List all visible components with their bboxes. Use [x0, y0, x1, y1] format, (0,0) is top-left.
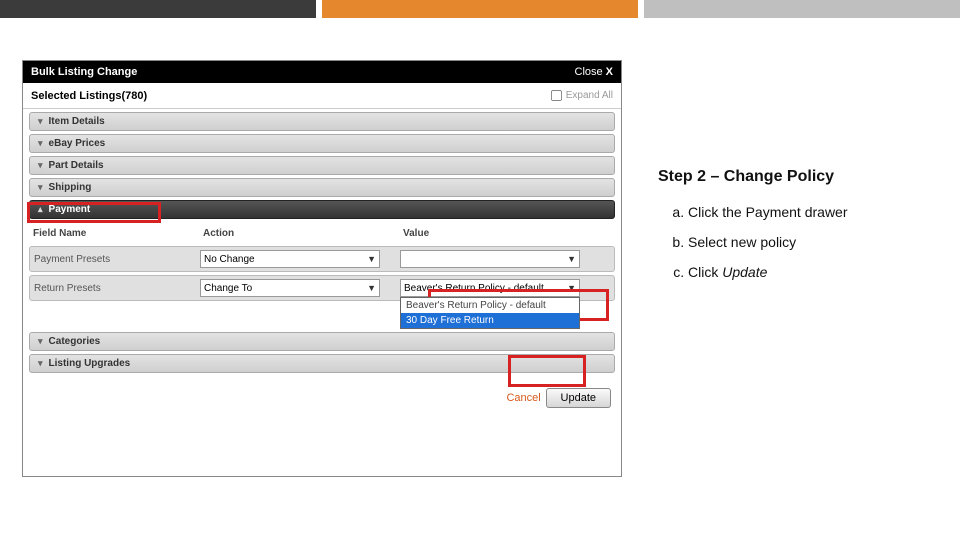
- return-policy-dropdown[interactable]: Beaver's Return Policy - default 30 Day …: [400, 297, 580, 329]
- drawer-payment[interactable]: ▴ Payment: [29, 200, 615, 219]
- selected-listings-label: Selected Listings(780): [31, 90, 147, 102]
- dropdown-option-default[interactable]: Beaver's Return Policy - default: [401, 298, 579, 313]
- drawer-shipping[interactable]: ▾ Shipping: [29, 178, 615, 197]
- drawer-categories[interactable]: ▾ Categories: [29, 332, 615, 351]
- drawer-ebay-prices[interactable]: ▾ eBay Prices: [29, 134, 615, 153]
- chevron-up-icon: ▴: [38, 204, 43, 215]
- row-return-presets: Return Presets Change To ▼ Beaver's Retu…: [29, 275, 615, 301]
- field-label: Payment Presets: [34, 254, 200, 265]
- chevron-down-icon: ▾: [38, 160, 43, 171]
- chevron-down-icon: ▾: [38, 358, 43, 369]
- close-button[interactable]: CloseX: [575, 66, 613, 78]
- col-field-name: Field Name: [33, 228, 203, 239]
- field-label: Return Presets: [34, 283, 200, 294]
- update-button[interactable]: Update: [546, 388, 611, 408]
- expand-all-toggle[interactable]: Expand All: [550, 89, 613, 102]
- value-select-return[interactable]: Beaver's Return Policy - default ▼: [400, 279, 580, 297]
- cancel-link[interactable]: Cancel: [506, 392, 540, 404]
- action-select-payment[interactable]: No Change ▼: [200, 250, 380, 268]
- chevron-down-icon: ▾: [38, 336, 43, 347]
- chevron-down-icon: ▾: [38, 116, 43, 127]
- drawer-listing-upgrades[interactable]: ▾ Listing Upgrades: [29, 354, 615, 373]
- expand-all-checkbox[interactable]: [551, 90, 562, 101]
- chevron-down-icon: ▾: [38, 182, 43, 193]
- dialog-title: Bulk Listing Change: [31, 66, 137, 78]
- slide-top-bar: [0, 0, 960, 18]
- row-payment-presets: Payment Presets No Change ▼ ▼: [29, 246, 615, 272]
- payment-grid: Field Name Action Value Payment Presets …: [29, 222, 615, 301]
- instruction-b: Select new policy: [688, 234, 942, 250]
- value-select-payment[interactable]: ▼: [400, 250, 580, 268]
- chevron-down-icon: ▼: [567, 254, 576, 264]
- dialog-action-row: Cancel Update: [23, 376, 621, 476]
- col-value: Value: [403, 228, 611, 239]
- instruction-c: Click Update: [688, 264, 942, 280]
- step-title: Step 2 – Change Policy: [658, 168, 942, 186]
- dropdown-option-30day[interactable]: 30 Day Free Return: [401, 313, 579, 328]
- bulk-listing-dialog: Bulk Listing Change CloseX Selected List…: [22, 60, 622, 477]
- close-icon: X: [606, 66, 613, 78]
- instruction-a: Click the Payment drawer: [688, 204, 942, 220]
- chevron-down-icon: ▾: [38, 138, 43, 149]
- instructions-panel: Step 2 – Change Policy Click the Payment…: [622, 18, 960, 477]
- drawer-item-details[interactable]: ▾ Item Details: [29, 112, 615, 131]
- chevron-down-icon: ▼: [367, 283, 376, 293]
- dialog-titlebar: Bulk Listing Change CloseX: [23, 61, 621, 83]
- chevron-down-icon: ▼: [567, 283, 576, 293]
- chevron-down-icon: ▼: [367, 254, 376, 264]
- drawer-part-details[interactable]: ▾ Part Details: [29, 156, 615, 175]
- col-action: Action: [203, 228, 403, 239]
- action-select-return[interactable]: Change To ▼: [200, 279, 380, 297]
